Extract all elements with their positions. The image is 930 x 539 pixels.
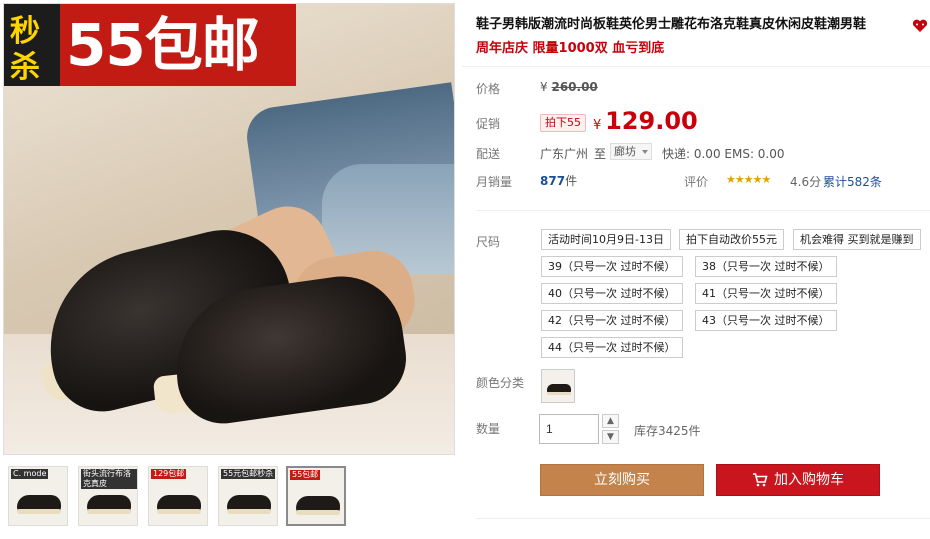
flash-sale-badge: 秒 杀 — [4, 4, 60, 86]
cart-icon — [753, 473, 768, 487]
thumbnail-3[interactable]: 129包邮 — [148, 466, 208, 526]
size-option[interactable]: 机会难得 买到就是赚到 — [793, 229, 921, 250]
quantity-decrease-button[interactable]: ▼ — [602, 430, 619, 444]
size-option-42[interactable]: 42（只号一次 过时不候） — [541, 310, 683, 331]
monthly-sales-count: 877 — [540, 174, 566, 188]
promo-price: ¥ 129.00 — [593, 106, 698, 141]
size-option-40[interactable]: 40（只号一次 过时不候） — [541, 283, 683, 304]
divider — [476, 518, 930, 519]
promo-banner: 秒 杀 55包邮 — [4, 4, 296, 86]
thumbnail-label: C. mode — [11, 469, 49, 479]
size-option[interactable]: 活动时间10月9日-13日 — [541, 229, 671, 250]
thumbnail-2[interactable]: 街头流行布洛克真皮 — [78, 466, 138, 526]
heart-icon[interactable] — [912, 19, 928, 33]
price-label: 价格 — [476, 82, 501, 96]
divider — [476, 210, 930, 211]
size-option-44[interactable]: 44（只号一次 过时不候） — [541, 337, 683, 358]
size-option-39[interactable]: 39（只号一次 过时不候） — [541, 256, 683, 277]
stock-count: 库存3425件 — [634, 424, 701, 438]
thumbnail-label: 街头流行布洛克真皮 — [81, 469, 137, 489]
quantity-increase-button[interactable]: ▲ — [602, 414, 619, 428]
currency-symbol: ¥ — [540, 80, 548, 94]
add-to-cart-label: 加入购物车 — [774, 472, 844, 488]
promo-price-value: 129.00 — [605, 107, 698, 135]
color-swatch[interactable] — [541, 369, 575, 403]
product-subtitle: 周年店庆 限量1000双 血亏到底 — [476, 41, 665, 56]
rating-label: 评价 — [684, 175, 709, 189]
flash-sale-char-2: 杀 — [10, 50, 40, 85]
thumbnail-label: 55包邮 — [290, 470, 321, 480]
original-price: ¥ 260.00 — [540, 80, 598, 94]
rating-stars: ★★★★★ — [726, 173, 771, 186]
promo-tag: 拍下55 — [540, 114, 586, 132]
promo-label: 促销 — [476, 117, 501, 131]
thumbnail-4[interactable]: 55元包邮秒杀 — [218, 466, 278, 526]
shipping-fees: 快递: 0.00 EMS: 0.00 — [662, 147, 785, 161]
rating-score: 4.6分 — [790, 175, 822, 189]
ship-from: 广东广州 — [540, 147, 589, 161]
shipping-label: 配送 — [476, 147, 501, 161]
size-option-38[interactable]: 38（只号一次 过时不候） — [695, 256, 837, 277]
ship-to-word: 至 — [594, 147, 607, 161]
add-to-cart-button[interactable]: 加入购物车 — [716, 464, 880, 496]
thumbnail-label: 55元包邮秒杀 — [221, 469, 276, 479]
destination-city: 廊坊 — [614, 145, 636, 158]
destination-city-select[interactable]: 廊坊 — [610, 143, 652, 160]
monthly-sales-label: 月销量 — [476, 175, 513, 189]
review-count-link[interactable]: 累计582条 — [823, 173, 882, 190]
size-option-41[interactable]: 41（只号一次 过时不候） — [695, 283, 837, 304]
color-label: 颜色分类 — [476, 376, 525, 390]
buy-now-button[interactable]: 立刻购买 — [540, 464, 704, 496]
monthly-sales: 877件 — [540, 172, 577, 189]
thumbnail-1[interactable]: C. mode — [8, 466, 68, 526]
thumbnail-label: 129包邮 — [151, 469, 187, 479]
chevron-down-icon — [642, 150, 648, 154]
size-option-43[interactable]: 43（只号一次 过时不候） — [695, 310, 837, 331]
size-option[interactable]: 拍下自动改价55元 — [679, 229, 784, 250]
size-label: 尺码 — [476, 235, 501, 249]
original-price-value: 260.00 — [551, 80, 598, 94]
main-product-image[interactable]: 秒 杀 55包邮 — [3, 3, 455, 455]
product-title: 鞋子男韩版潮流时尚板鞋英伦男士雕花布洛克鞋真皮休闲皮鞋潮男鞋 — [476, 17, 867, 32]
banner-free-shipping-text: 55包邮 — [66, 11, 260, 79]
buy-now-label: 立刻购买 — [594, 472, 650, 488]
currency-symbol: ¥ — [593, 118, 602, 133]
thumbnail-5[interactable]: 55包邮 — [286, 466, 346, 526]
quantity-input[interactable] — [539, 414, 599, 444]
monthly-sales-unit: 件 — [565, 174, 578, 188]
quantity-label: 数量 — [476, 422, 501, 436]
